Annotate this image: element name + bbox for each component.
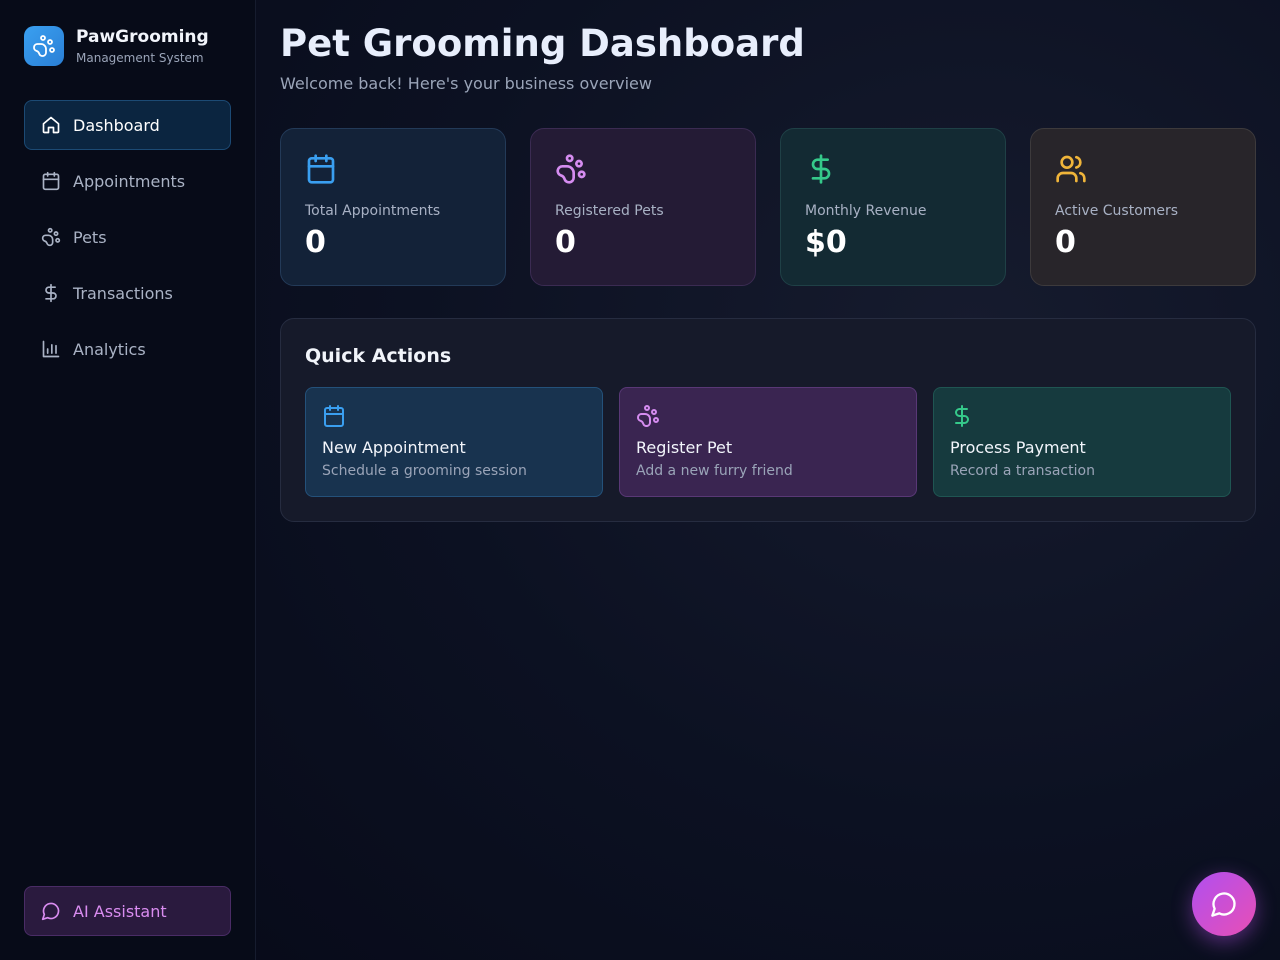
chat-bubble-icon [1210, 890, 1238, 918]
calendar-icon [322, 404, 346, 428]
stat-card-active-customers: Active Customers 0 [1030, 128, 1256, 286]
paw-icon [636, 404, 660, 428]
stat-value: $0 [805, 225, 847, 260]
quick-action-subtitle: Record a transaction [950, 463, 1095, 479]
stat-label: Total Appointments [305, 203, 441, 219]
quick-actions-title: Quick Actions [305, 345, 452, 367]
stat-label: Active Customers [1055, 203, 1179, 219]
ai-assistant-button[interactable]: AI Assistant [24, 886, 231, 936]
sidebar: PawGrooming Management System Dashboard … [0, 0, 256, 960]
paw-icon [24, 26, 64, 66]
sidebar-item-dashboard[interactable]: Dashboard [24, 100, 231, 150]
quick-action-label: Register Pet [636, 438, 733, 457]
quick-action-subtitle: Add a new furry friend [636, 463, 793, 479]
bar-chart-icon [41, 339, 61, 359]
stat-value: 0 [555, 225, 576, 260]
quick-action-subtitle: Schedule a grooming session [322, 463, 527, 479]
paw-icon [41, 227, 61, 247]
dollar-icon [41, 283, 61, 303]
sidebar-item-appointments[interactable]: Appointments [24, 156, 231, 206]
register-pet-button[interactable]: Register Pet Add a new furry friend [619, 387, 917, 497]
quick-action-label: Process Payment [950, 438, 1086, 457]
stat-value: 0 [1055, 225, 1076, 260]
sidebar-item-label: Analytics [73, 339, 146, 359]
sidebar-item-label: Appointments [73, 171, 186, 191]
sidebar-item-label: Pets [73, 227, 107, 247]
brand-title: PawGrooming [76, 27, 209, 47]
users-icon [1055, 153, 1087, 185]
dollar-icon [805, 153, 837, 185]
stat-card-monthly-revenue: Monthly Revenue $0 [780, 128, 1006, 286]
ai-assistant-label: AI Assistant [73, 901, 167, 921]
sidebar-item-pets[interactable]: Pets [24, 212, 231, 262]
stat-card-total-appointments: Total Appointments 0 [280, 128, 506, 286]
calendar-icon [305, 153, 337, 185]
paw-icon [555, 153, 587, 185]
stat-card-registered-pets: Registered Pets 0 [530, 128, 756, 286]
quick-action-label: New Appointment [322, 438, 466, 457]
new-appointment-button[interactable]: New Appointment Schedule a grooming sess… [305, 387, 603, 497]
brand[interactable]: PawGrooming Management System [24, 26, 209, 66]
home-icon [41, 115, 61, 135]
sidebar-nav: Dashboard Appointments Pets Transactions… [24, 100, 231, 380]
page-title: Pet Grooming Dashboard [280, 22, 805, 65]
sidebar-item-label: Dashboard [73, 115, 160, 135]
process-payment-button[interactable]: Process Payment Record a transaction [933, 387, 1231, 497]
main-content: Pet Grooming Dashboard Welcome back! Her… [256, 0, 1280, 960]
quick-actions-panel: Quick Actions New Appointment Schedule a… [280, 318, 1256, 522]
dollar-icon [950, 404, 974, 428]
sidebar-item-label: Transactions [73, 283, 173, 303]
stat-label: Monthly Revenue [805, 203, 927, 219]
chat-fab-button[interactable] [1192, 872, 1256, 936]
sidebar-item-analytics[interactable]: Analytics [24, 324, 231, 374]
sidebar-item-transactions[interactable]: Transactions [24, 268, 231, 318]
chat-bubble-icon [41, 901, 61, 921]
brand-subtitle: Management System [76, 51, 204, 65]
stat-value: 0 [305, 225, 326, 260]
page-subtitle: Welcome back! Here's your business overv… [280, 74, 652, 93]
stat-label: Registered Pets [555, 203, 664, 219]
calendar-icon [41, 171, 61, 191]
